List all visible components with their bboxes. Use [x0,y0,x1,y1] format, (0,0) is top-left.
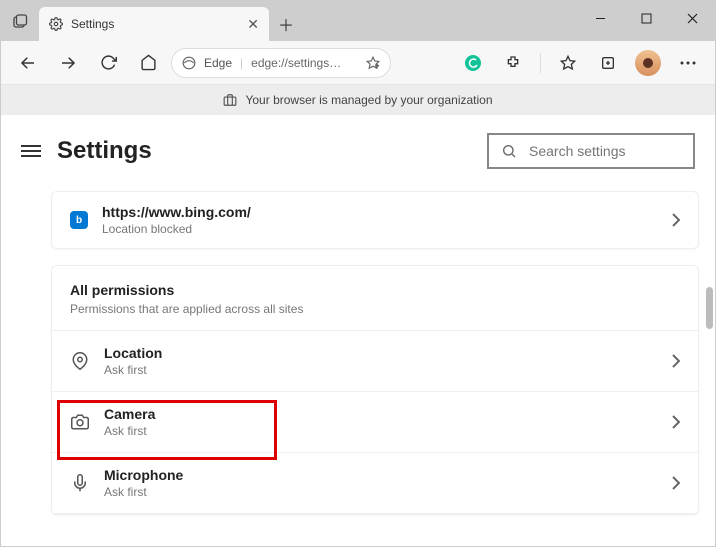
tab-actions-button[interactable] [1,5,39,39]
new-tab-button[interactable]: ＋ [269,7,303,41]
window-titlebar: Settings ✕ ＋ [1,1,715,41]
extensions-icon[interactable] [496,46,530,80]
site-status: Location blocked [102,222,658,236]
tab-title: Settings [71,17,239,31]
close-icon[interactable]: ✕ [247,16,259,33]
permission-title: Microphone [104,467,658,483]
briefcase-icon [223,93,237,107]
chevron-right-icon [672,415,680,429]
refresh-button[interactable] [91,46,125,80]
window-controls [577,1,715,35]
back-button[interactable] [11,46,45,80]
chevron-right-icon [672,354,680,368]
search-input[interactable] [529,143,710,159]
permission-title: Location [104,345,658,361]
favorite-icon[interactable]: + [366,56,380,70]
permission-sub: Ask first [104,424,658,438]
page-title: Settings [57,137,471,165]
profile-avatar[interactable] [631,46,665,80]
permission-row-microphone[interactable]: Microphone Ask first [52,453,698,514]
chevron-right-icon [672,476,680,490]
url-text: edge://settings… [251,56,341,70]
forward-button[interactable] [51,46,85,80]
section-subtitle: Permissions that are applied across all … [70,302,680,316]
browser-tab[interactable]: Settings ✕ [39,7,269,41]
chevron-right-icon [672,213,680,227]
favorites-icon[interactable] [551,46,585,80]
search-settings-box[interactable] [487,133,695,169]
search-icon [501,143,517,159]
permission-row-location[interactable]: Location Ask first [52,331,698,392]
permission-title: Camera [104,406,658,422]
maximize-button[interactable] [623,1,669,35]
all-permissions-header: All permissions Permissions that are app… [52,266,698,331]
permission-row-camera[interactable]: Camera Ask first [52,392,698,453]
camera-icon [70,412,90,432]
menu-button[interactable] [21,145,41,157]
grammarly-icon[interactable] [456,46,490,80]
bing-icon: b [70,211,88,229]
edge-logo-icon [182,56,196,70]
site-row-bing[interactable]: b https://www.bing.com/ Location blocked [52,192,698,248]
minimize-button[interactable] [577,1,623,35]
all-permissions-card: All permissions Permissions that are app… [51,265,699,515]
section-title: All permissions [70,282,680,298]
managed-banner: Your browser is managed by your organiza… [1,85,715,115]
collections-icon[interactable] [591,46,625,80]
location-icon [70,351,90,371]
more-button[interactable] [671,46,705,80]
site-url: https://www.bing.com/ [102,204,658,220]
window-close-button[interactable] [669,1,715,35]
settings-content: b https://www.bing.com/ Location blocked… [1,191,715,515]
permission-sub: Ask first [104,485,658,499]
scrollbar-thumb[interactable] [706,287,713,329]
microphone-icon [70,473,90,493]
settings-header: Settings [1,115,715,191]
permission-sub: Ask first [104,363,658,377]
svg-text:+: + [375,63,379,69]
recent-activity-card: b https://www.bing.com/ Location blocked [51,191,699,249]
address-bar[interactable]: Edge | edge://settings… + [171,48,391,78]
browser-toolbar: Edge | edge://settings… + [1,41,715,85]
home-button[interactable] [131,46,165,80]
managed-text: Your browser is managed by your organiza… [245,93,492,107]
gear-icon [49,17,63,31]
browser-label: Edge [204,56,232,70]
